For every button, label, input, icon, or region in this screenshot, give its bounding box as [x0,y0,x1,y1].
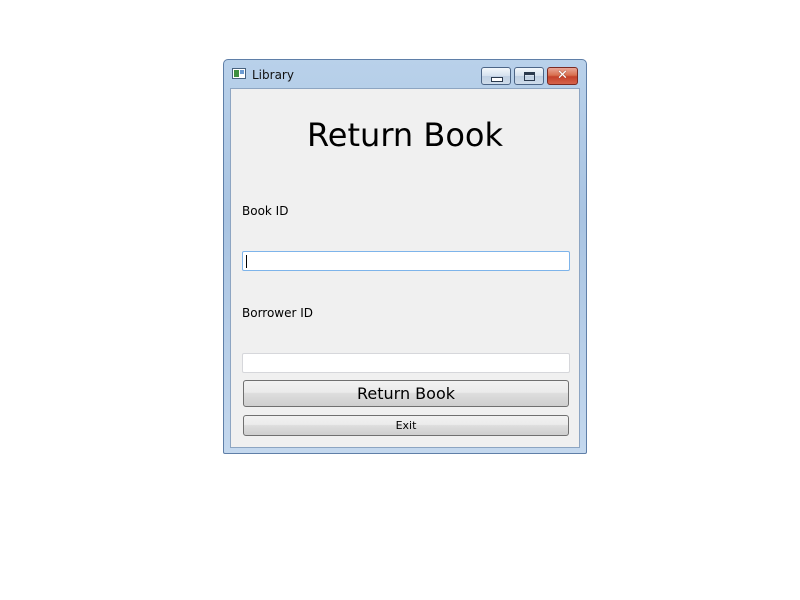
book-id-label: Book ID [242,204,289,218]
exit-button[interactable]: Exit [243,415,569,436]
app-icon [232,68,246,79]
borrower-id-label: Borrower ID [242,306,314,320]
book-id-input[interactable] [242,251,570,271]
title-bar[interactable]: Library ✕ [224,60,586,88]
window-title: Library [252,68,294,82]
form-panel: Return Book Book ID Borrower ID Return B… [230,88,580,448]
close-icon: ✕ [557,68,568,83]
return-book-button[interactable]: Return Book [243,380,569,407]
library-window: Library ✕ Return Book Book ID Borrower I… [223,59,587,454]
page-title: Return Book [307,116,503,154]
minimize-icon [491,77,503,82]
minimize-button[interactable] [481,67,511,85]
maximize-button[interactable] [514,67,544,85]
text-caret [246,255,247,268]
close-button[interactable]: ✕ [547,67,578,85]
borrower-id-input[interactable] [242,353,570,373]
maximize-icon [524,72,535,81]
